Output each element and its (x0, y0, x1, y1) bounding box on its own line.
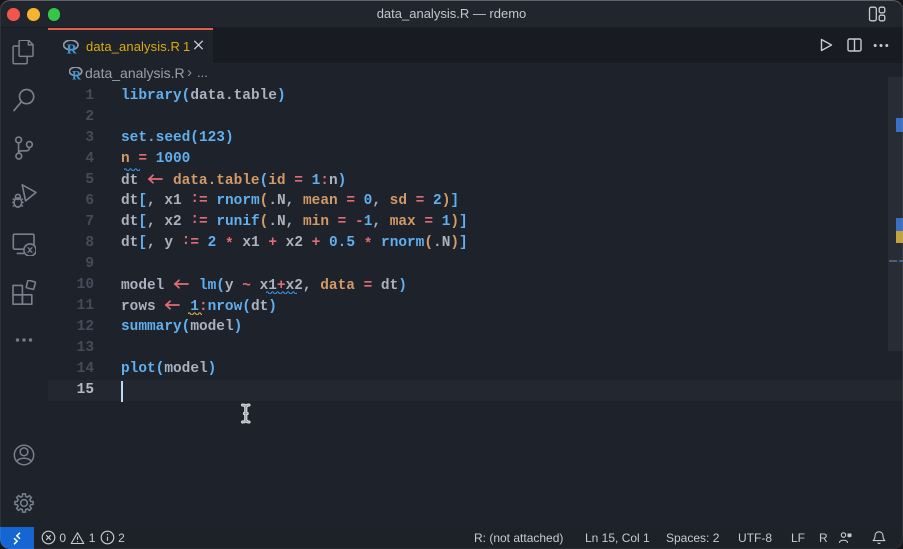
svg-text:R: R (67, 43, 78, 54)
svg-text:R: R (72, 68, 82, 80)
